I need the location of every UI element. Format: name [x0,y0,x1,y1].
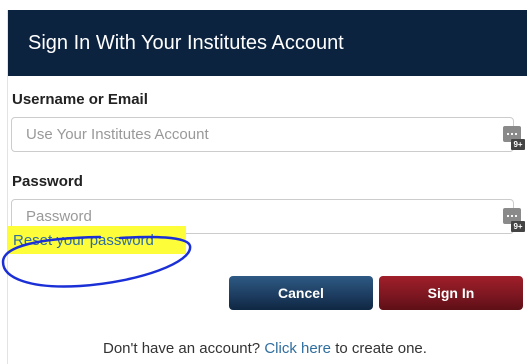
username-label: Username or Email [12,91,148,108]
password-manager-icon[interactable]: 9+ [503,208,525,232]
sign-in-button[interactable]: Sign In [379,276,523,310]
password-manager-icon[interactable]: 9+ [503,126,525,150]
password-manager-badge: 9+ [511,221,525,232]
create-account-footer: Don't have an account? Click here to cre… [103,340,427,357]
password-manager-badge: 9+ [511,139,525,150]
page-title: Sign In With Your Institutes Account [28,32,344,54]
create-account-link[interactable]: Click here [264,340,331,357]
reset-password-link[interactable]: Reset your password [13,232,154,249]
footer-prefix: Don't have an account? [103,340,261,357]
footer-suffix: to create one. [335,340,427,357]
sign-in-header: Sign In With Your Institutes Account [8,10,527,76]
sign-in-panel: Sign In With Your Institutes Account [7,10,527,364]
password-label: Password [12,173,83,190]
username-input[interactable] [11,117,514,152]
cancel-button[interactable]: Cancel [229,276,373,310]
